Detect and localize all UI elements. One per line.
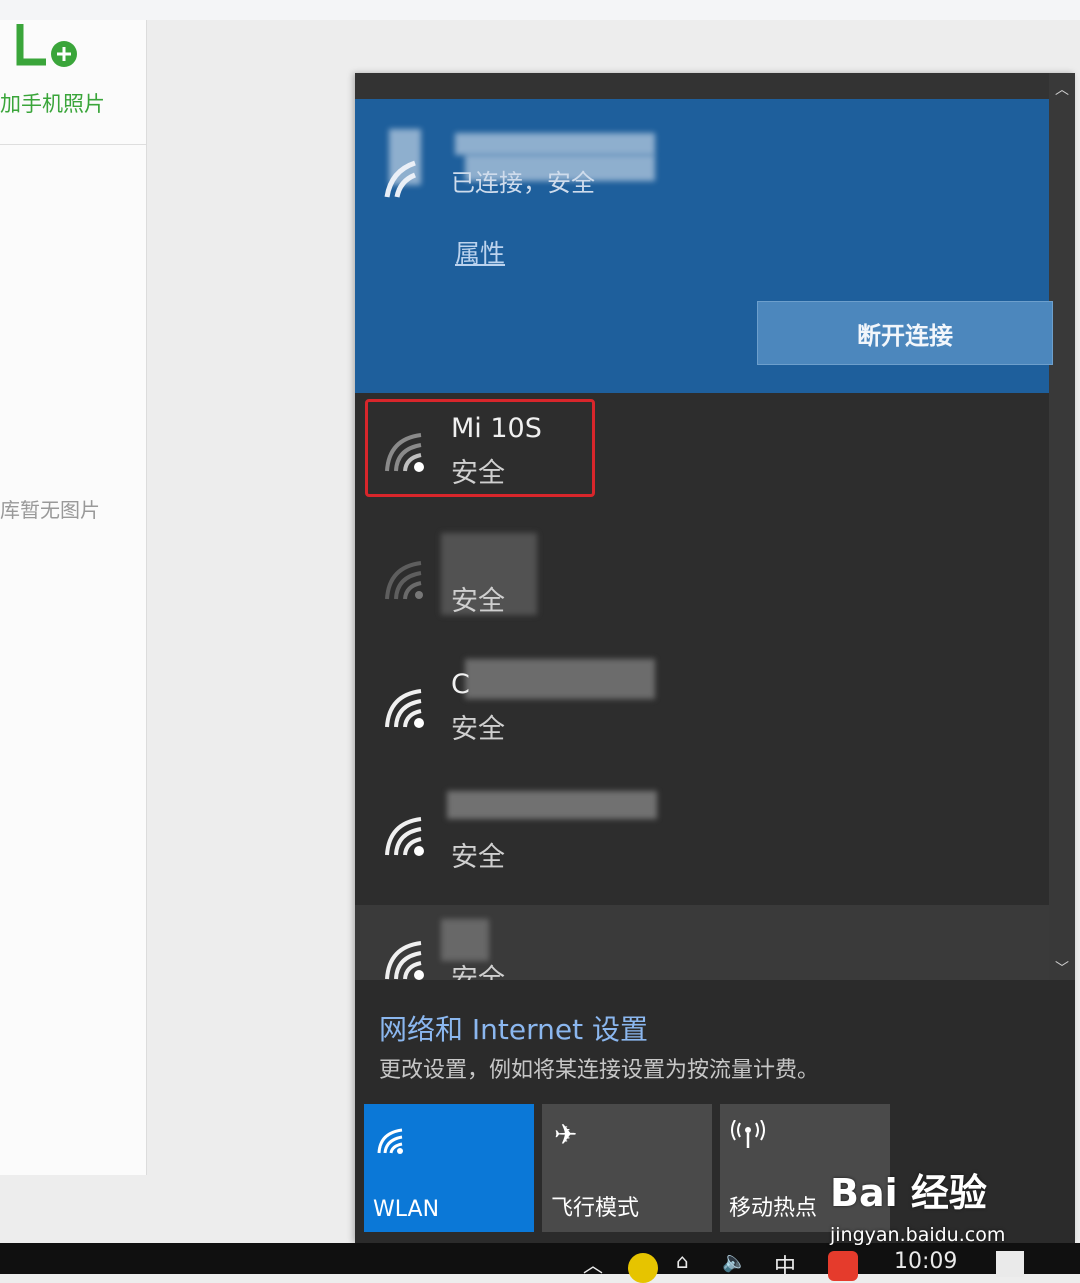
- wifi-signal-icon: [385, 689, 424, 728]
- network-name: C: [451, 669, 470, 700]
- redaction-block: [441, 919, 489, 961]
- network-item[interactable]: 安全: [355, 777, 1049, 905]
- ime-indicator[interactable]: 中: [774, 1249, 796, 1281]
- tile-label: 飞行模式: [551, 1196, 640, 1221]
- empty-gallery-label: 库暂无图片: [0, 498, 100, 522]
- network-item[interactable]: C 安全: [355, 649, 1049, 777]
- connected-network[interactable]: 已连接，安全 属性 断开连接: [355, 99, 1053, 393]
- sogou-icon[interactable]: [828, 1251, 858, 1281]
- network-tray-icon[interactable]: ⌂: [676, 1249, 689, 1273]
- redaction-block: [455, 133, 655, 155]
- photo-app-panel: [0, 20, 147, 1175]
- network-security: 安全: [451, 964, 505, 980]
- taskbar: ︿ ⌂ 🔈 中 10:09: [0, 1243, 1080, 1283]
- wifi-signal-icon: [385, 561, 423, 600]
- network-security: 安全: [451, 714, 505, 745]
- network-list: Mi 10S 安全 安全 C 安全 安全 安全: [355, 393, 1049, 980]
- scroll-down-icon[interactable]: ﹀: [1055, 958, 1069, 978]
- add-phone-photos-label[interactable]: 加手机照片: [0, 88, 105, 118]
- disconnect-button[interactable]: 断开连接: [757, 301, 1053, 365]
- volume-icon[interactable]: 🔈: [722, 1249, 747, 1273]
- redaction-block: [447, 791, 657, 819]
- network-security: 安全: [451, 586, 505, 617]
- tile-label: 移动热点: [729, 1196, 818, 1221]
- hotspot-icon: [731, 1120, 765, 1148]
- window-top-strip: [0, 0, 1080, 20]
- settings-description: 更改设置，例如将某连接设置为按流量计费。: [379, 1058, 820, 1083]
- tile-label: WLAN: [373, 1197, 440, 1222]
- airplane-icon: ✈: [554, 1118, 578, 1151]
- network-item[interactable]: 安全: [355, 905, 1049, 980]
- wifi-icon: [377, 1128, 403, 1154]
- divider: [0, 144, 146, 145]
- add-photo-icon[interactable]: [16, 22, 82, 70]
- flyout-header-strip: [355, 73, 1049, 99]
- watermark-url: jingyan.baidu.com: [830, 1224, 1006, 1246]
- clock[interactable]: 10:09: [894, 1249, 957, 1274]
- network-security: 安全: [451, 842, 505, 873]
- redaction-block: [465, 659, 655, 699]
- network-item[interactable]: Mi 10S 安全: [355, 393, 1049, 521]
- action-center-icon[interactable]: [996, 1251, 1024, 1277]
- airplane-mode-tile[interactable]: ✈ 飞行模式: [542, 1104, 712, 1232]
- network-settings-link[interactable]: 网络和 Internet 设置: [379, 1008, 648, 1048]
- connection-status: 已连接，安全: [451, 169, 595, 197]
- network-flyout: ︿ ﹀ 已连接，安全 属性 断开连接 Mi 10S 安全 安全 C 安全 安全 …: [355, 73, 1075, 1243]
- network-item[interactable]: 安全: [355, 521, 1049, 649]
- properties-link[interactable]: 属性: [455, 234, 505, 270]
- wlan-toggle-tile[interactable]: WLAN: [364, 1104, 534, 1232]
- redaction-block: [389, 129, 421, 185]
- watermark-logo: Bai 经验: [830, 1171, 987, 1215]
- scroll-up-icon[interactable]: ︿: [1055, 79, 1069, 99]
- scrollbar[interactable]: ︿ ﹀: [1049, 73, 1075, 980]
- wifi-signal-icon: [385, 941, 424, 980]
- wifi-signal-icon: [385, 817, 424, 856]
- tray-app-icon[interactable]: [628, 1253, 658, 1283]
- highlight-box: [365, 399, 595, 497]
